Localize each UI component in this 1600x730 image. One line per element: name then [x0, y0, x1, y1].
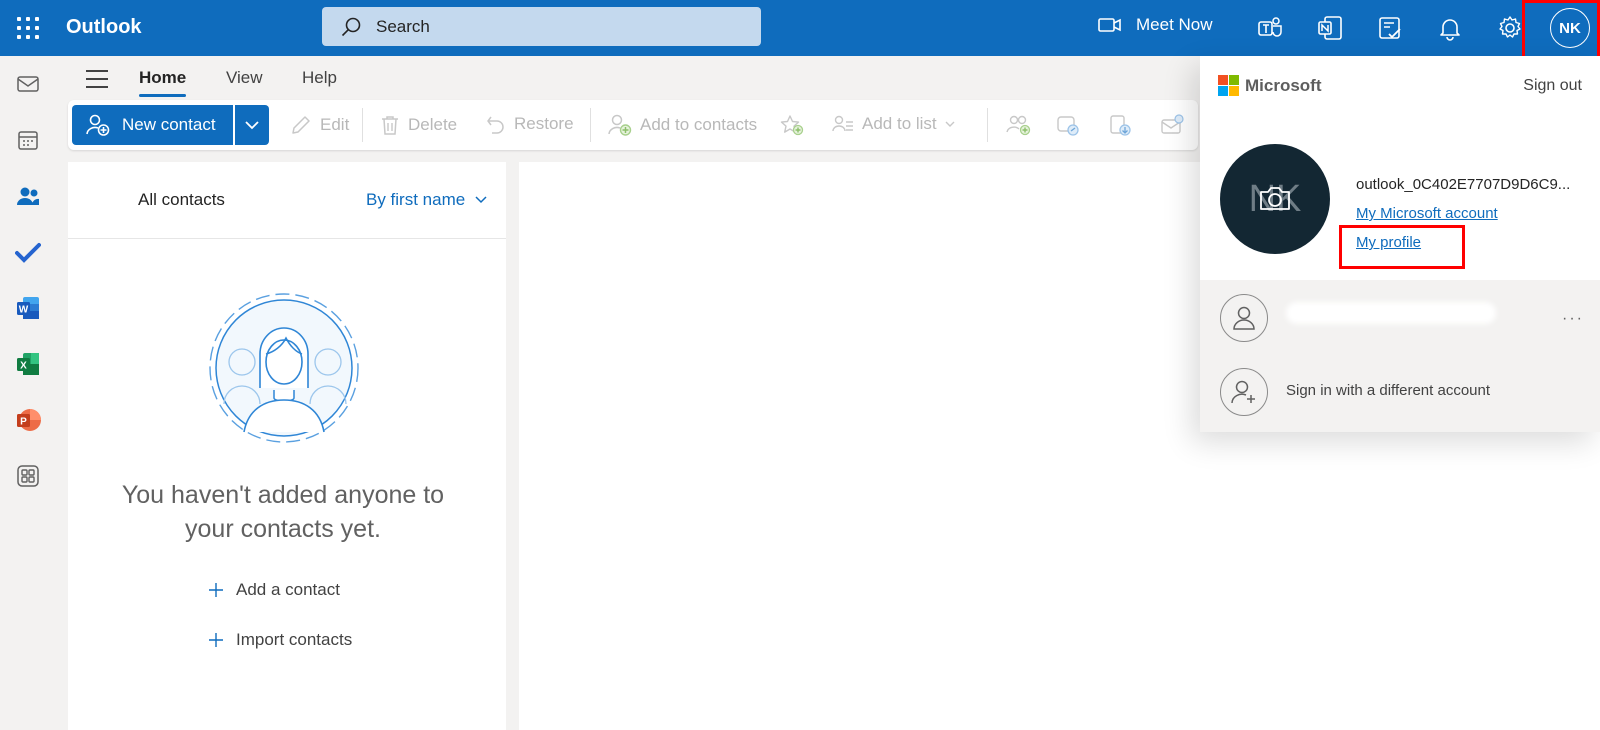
chevron-down-icon — [945, 121, 955, 127]
edit-label: Edit — [320, 115, 350, 134]
plus-icon — [209, 633, 223, 647]
tab-help[interactable]: Help — [302, 68, 337, 88]
group-add-icon — [1006, 115, 1031, 136]
share-icon — [1057, 116, 1079, 136]
app-rail: W X P — [0, 56, 56, 730]
add-contact-label: Add a contact — [236, 580, 340, 599]
meet-now-label: Meet Now — [1136, 15, 1213, 34]
pencil-icon — [292, 116, 310, 134]
sort-dropdown[interactable]: By first name — [366, 190, 487, 210]
svg-text:P: P — [20, 417, 27, 428]
chevron-down-icon — [475, 196, 487, 204]
word-icon[interactable]: W — [14, 294, 42, 322]
add-to-contacts-label: Add to contacts — [640, 115, 758, 134]
sign-out-link[interactable]: Sign out — [1523, 77, 1582, 95]
new-contact-dropdown[interactable] — [235, 105, 269, 145]
search-placeholder: Search — [376, 16, 430, 36]
ribbon-tabs: Home View Help — [68, 56, 1198, 100]
search-box[interactable]: Search — [322, 7, 761, 46]
to-do-icon[interactable] — [1376, 14, 1404, 42]
microsoft-brand-label: Microsoft — [1245, 75, 1322, 95]
edit-button[interactable]: Edit — [290, 114, 349, 136]
other-accounts-section: ··· Sign in with a different account — [1200, 280, 1600, 432]
new-contact-button[interactable]: New contact — [72, 105, 233, 145]
chevron-down-icon — [245, 120, 259, 129]
add-contact-link[interactable]: Add a contact — [208, 580, 340, 600]
add-to-favorites-button[interactable] — [780, 114, 804, 136]
camera-icon — [1260, 187, 1290, 210]
excel-icon[interactable]: X — [14, 350, 42, 378]
add-person-icon — [608, 114, 632, 136]
video-camera-icon — [1098, 18, 1121, 32]
other-account-avatar[interactable] — [1220, 294, 1268, 342]
import-contacts-label: Import contacts — [236, 630, 353, 649]
app-launcher-icon[interactable] — [14, 14, 42, 42]
account-email: outlook_0C402E7707D9D6C9... — [1356, 176, 1571, 193]
empty-line-1: You haven't added anyone to — [121, 481, 445, 509]
settings-gear-icon[interactable] — [1496, 14, 1524, 42]
tab-home[interactable]: Home — [139, 68, 187, 97]
restore-label: Restore — [514, 114, 574, 133]
import-button[interactable] — [1108, 114, 1132, 136]
ribbon-divider — [362, 108, 363, 142]
import-icon — [1110, 115, 1131, 136]
redacted-account-name — [1286, 302, 1496, 324]
microsoft-logo: Microsoft — [1218, 75, 1322, 96]
undo-icon — [487, 116, 504, 134]
svg-text:X: X — [20, 361, 27, 372]
powerpoint-icon[interactable]: P — [14, 406, 42, 434]
empty-line-2: your contacts yet. — [185, 515, 381, 543]
share-contact-button[interactable] — [1056, 114, 1080, 136]
new-contact-label: New contact — [122, 115, 216, 134]
trash-icon — [382, 116, 398, 135]
hamburger-menu-icon[interactable] — [86, 70, 108, 94]
empty-state-message: You haven't added anyone to your contact… — [68, 478, 498, 546]
add-to-contacts-button[interactable]: Add to contacts — [608, 114, 757, 136]
ribbon-toolbar: New contact Edit Delete Restore Add to c… — [68, 100, 1198, 150]
contact-list-pane: All contacts By first name You haven't a… — [68, 162, 506, 730]
onenote-icon[interactable] — [1316, 14, 1344, 42]
notifications-bell-icon[interactable] — [1436, 14, 1464, 42]
profile-photo-avatar[interactable]: NK — [1220, 144, 1330, 254]
svg-text:W: W — [19, 305, 29, 316]
person-icon — [1233, 306, 1255, 330]
ribbon-divider — [590, 108, 591, 142]
meet-now-button[interactable]: Meet Now — [1098, 15, 1213, 35]
restore-button[interactable]: Restore — [486, 114, 574, 134]
empty-contacts-illustration — [209, 293, 359, 443]
calendar-icon[interactable] — [14, 126, 42, 154]
teams-icon[interactable] — [1256, 14, 1284, 42]
delete-label: Delete — [408, 115, 458, 134]
add-person-icon — [86, 114, 110, 136]
app-title[interactable]: Outlook — [66, 16, 142, 39]
plus-icon — [209, 583, 223, 597]
import-contacts-link[interactable]: Import contacts — [208, 630, 352, 650]
search-icon — [341, 17, 361, 36]
highlight-box-my-profile — [1339, 225, 1465, 269]
top-bar: Outlook Search Meet Now NK — [0, 0, 1600, 56]
sign-in-different-account-link[interactable]: Sign in with a different account — [1286, 382, 1490, 399]
more-apps-icon[interactable] — [14, 462, 42, 490]
list-title: All contacts — [138, 190, 225, 209]
my-microsoft-account-link[interactable]: My Microsoft account — [1356, 205, 1498, 222]
add-to-list-button[interactable]: Add to list — [832, 114, 955, 134]
add-group-button[interactable] — [1006, 114, 1032, 136]
sort-label: By first name — [366, 190, 466, 209]
microsoft-logo-icon — [1218, 75, 1239, 96]
star-add-icon — [780, 115, 804, 136]
mail-send-icon — [1161, 114, 1184, 134]
add-to-list-label: Add to list — [862, 114, 937, 133]
delete-button[interactable]: Delete — [380, 114, 457, 136]
more-options-icon[interactable]: ··· — [1562, 310, 1584, 328]
tab-view[interactable]: View — [226, 68, 263, 88]
email-contact-button[interactable] — [1160, 114, 1184, 136]
people-list-icon — [832, 115, 853, 132]
add-account-avatar[interactable] — [1220, 368, 1268, 416]
add-person-icon — [1231, 380, 1255, 404]
ribbon-divider — [987, 108, 988, 142]
to-do-app-icon[interactable] — [14, 238, 42, 266]
divider — [68, 238, 506, 239]
mail-icon[interactable] — [14, 70, 42, 98]
people-icon[interactable] — [14, 182, 42, 210]
